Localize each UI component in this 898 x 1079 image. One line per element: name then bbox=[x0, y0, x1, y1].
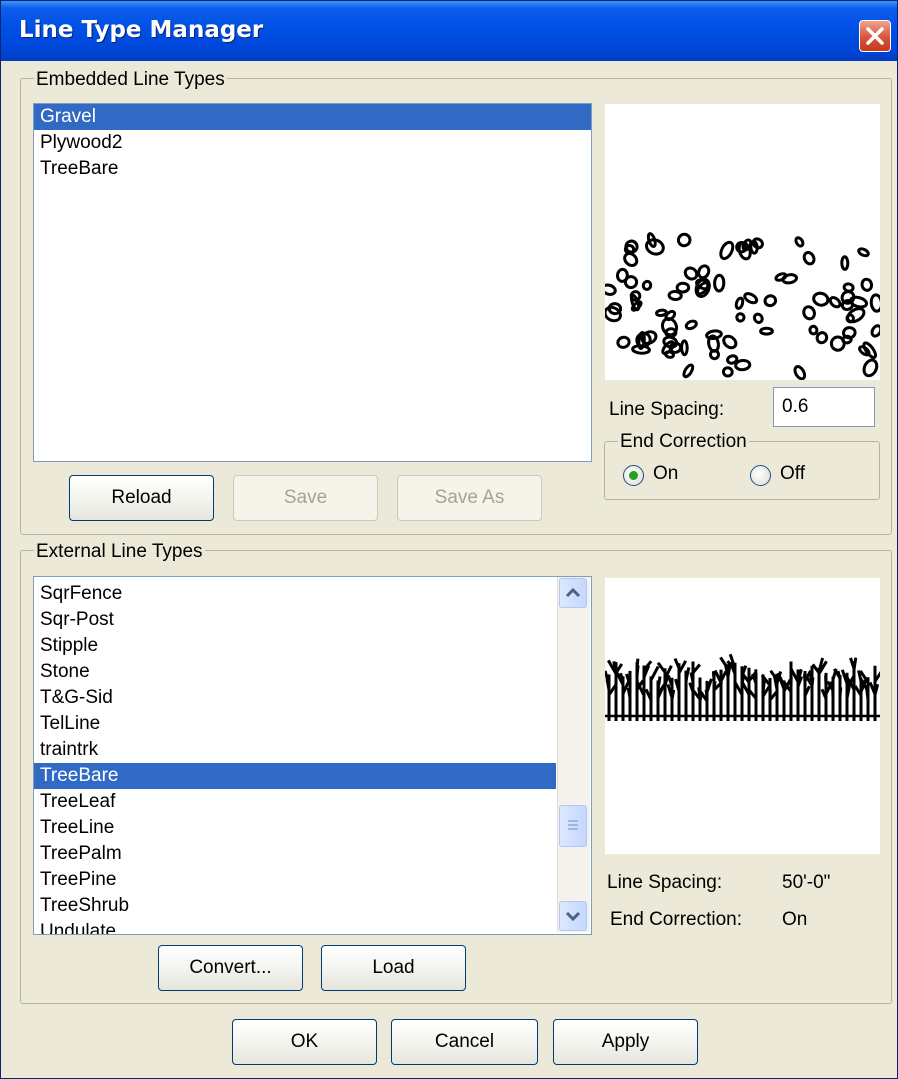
embedded-line-types-list[interactable]: Gravel Plywood2 TreeBare bbox=[33, 103, 592, 462]
external-list-items: SqrFence Sqr-Post Stipple Stone T&G-Sid TelLi… bbox=[34, 581, 556, 934]
list-item[interactable]: TreePine bbox=[34, 867, 556, 893]
end-correction-off-label[interactable]: Off bbox=[780, 463, 805, 485]
end-correction-off-radio[interactable] bbox=[750, 465, 771, 486]
chevron-up-icon bbox=[565, 587, 581, 598]
list-item[interactable]: TreeLeaf bbox=[34, 789, 556, 815]
list-item[interactable]: T&G-Sid bbox=[34, 685, 556, 711]
ok-button[interactable]: OK bbox=[232, 1019, 377, 1065]
list-item[interactable]: TreeLine bbox=[34, 815, 556, 841]
list-item[interactable]: Stipple bbox=[34, 633, 556, 659]
external-end-correction-label: End Correction: bbox=[610, 909, 743, 930]
list-item[interactable]: Undulate bbox=[34, 919, 556, 934]
radio-selected-dot bbox=[629, 471, 638, 480]
external-line-types-list[interactable]: SqrFence Sqr-Post Stipple Stone T&G-Sid TelLi… bbox=[33, 576, 592, 935]
external-list-scrollbar[interactable] bbox=[557, 577, 590, 932]
embedded-group-legend: Embedded Line Types bbox=[34, 69, 227, 91]
scroll-down-button[interactable] bbox=[559, 901, 587, 931]
scroll-thumb[interactable] bbox=[559, 805, 587, 847]
chevron-down-icon bbox=[565, 911, 581, 922]
line-type-manager-dialog: Line Type Manager Embedded Line Types Gr… bbox=[0, 0, 898, 1079]
list-item[interactable]: SqrFence bbox=[34, 581, 556, 607]
list-item[interactable]: traintrk bbox=[34, 737, 556, 763]
external-group-legend: External Line Types bbox=[34, 541, 205, 563]
line-spacing-input[interactable]: 0.6 bbox=[773, 387, 875, 427]
list-item[interactable]: TreeBare bbox=[34, 156, 591, 182]
list-item[interactable]: Stone bbox=[34, 659, 556, 685]
external-line-spacing-value: 50'-0" bbox=[782, 872, 831, 893]
embedded-line-spacing-label: Line Spacing: bbox=[609, 399, 725, 420]
cancel-button[interactable]: Cancel bbox=[391, 1019, 538, 1065]
close-icon bbox=[866, 27, 884, 45]
list-item[interactable]: Plywood2 bbox=[34, 130, 591, 156]
list-item[interactable]: Gravel bbox=[34, 104, 591, 130]
external-end-correction-value: On bbox=[782, 909, 808, 930]
title-bar[interactable]: Line Type Manager bbox=[1, 1, 897, 61]
list-item[interactable]: TreeShrub bbox=[34, 893, 556, 919]
external-preview bbox=[603, 578, 884, 854]
close-button[interactable] bbox=[859, 20, 891, 52]
save-button[interactable]: Save bbox=[233, 475, 378, 521]
list-item[interactable]: TreeBare bbox=[34, 763, 556, 789]
end-correction-on-radio[interactable] bbox=[623, 465, 644, 486]
embedded-preview bbox=[601, 104, 884, 381]
list-item[interactable]: TelLine bbox=[34, 711, 556, 737]
end-correction-legend: End Correction bbox=[618, 431, 749, 453]
save-as-button[interactable]: Save As bbox=[397, 475, 542, 521]
scroll-up-button[interactable] bbox=[559, 578, 587, 608]
grip-icon bbox=[568, 820, 578, 830]
apply-button[interactable]: Apply bbox=[553, 1019, 698, 1065]
end-correction-on-label[interactable]: On bbox=[653, 463, 678, 485]
treebare-pattern-preview bbox=[603, 653, 884, 721]
gravel-pattern-preview bbox=[601, 232, 884, 381]
convert-button[interactable]: Convert... bbox=[158, 945, 303, 991]
list-item[interactable]: Sqr-Post bbox=[34, 607, 556, 633]
external-line-spacing-label: Line Spacing: bbox=[607, 872, 723, 893]
list-item[interactable]: TreePalm bbox=[34, 841, 556, 867]
reload-button[interactable]: Reload bbox=[69, 475, 214, 521]
load-button[interactable]: Load bbox=[321, 945, 466, 991]
window-title: Line Type Manager bbox=[19, 17, 264, 43]
